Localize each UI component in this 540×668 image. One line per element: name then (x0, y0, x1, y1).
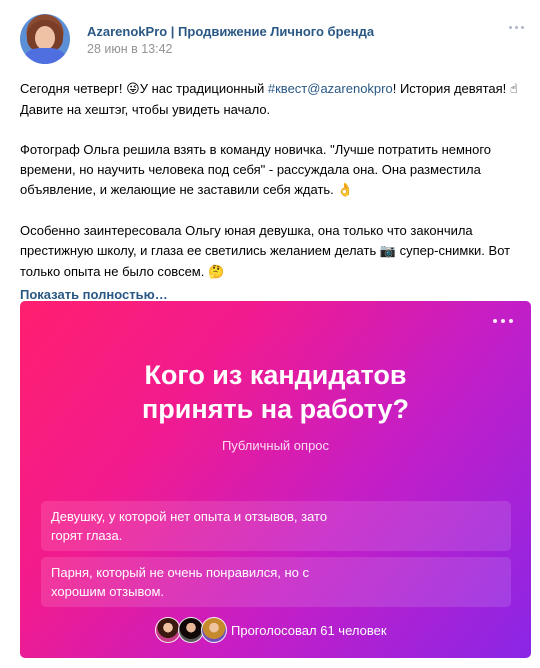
poll-subtitle: Публичный опрос (221, 438, 330, 453)
poll-option-label: Парня, который не очень понравился, но с… (51, 565, 309, 599)
poll-option-label: Девушку, у которой нет опыта и отзывов, … (51, 509, 328, 543)
ok-hand-icon: 👌 (337, 183, 354, 198)
more-horizontal-icon[interactable] (491, 315, 515, 325)
text-fragment: Фотограф Ольга решила взять в команду но… (20, 142, 492, 197)
votes-count[interactable]: Проголосовал 61 человек (231, 623, 387, 638)
winking-face-icon: 😜 (126, 82, 140, 97)
poll-option[interactable]: Девушку, у которой нет опыта и отзывов, … (41, 501, 511, 551)
post-header: AzarenokPro | Продвижение Личного бренда… (20, 14, 530, 64)
camera-icon: 📷 (379, 244, 397, 259)
post-paragraph: Особенно заинтересовала Ольгу юная девуш… (20, 221, 530, 305)
pointing-up-icon: ☝ (509, 82, 518, 97)
poll-title: Кого из кандидатов принять на работу? (20, 358, 531, 426)
wall-post: AzarenokPro | Продвижение Личного бренда… (0, 0, 540, 668)
poll-option[interactable]: Парня, который не очень понравился, но с… (41, 557, 511, 607)
post-date[interactable]: 28 июн в 13:42 (87, 42, 173, 56)
author-name-link[interactable]: AzarenokPro | Продвижение Личного бренда (87, 24, 374, 39)
text-fragment: Давите на хештэг, чтобы увидеть начало. (20, 102, 271, 117)
post-paragraph: Фотограф Ольга решила взять в команду но… (20, 140, 530, 201)
avatar[interactable] (201, 617, 227, 643)
thinking-face-icon: 🤔 (207, 265, 225, 280)
post-paragraph: Сегодня четверг! 😜У нас традиционный #кв… (20, 79, 530, 120)
text-fragment: Сегодня четверг! (20, 81, 127, 96)
hashtag-link[interactable]: #квест@azarenokpro (268, 81, 393, 96)
author-avatar[interactable] (20, 14, 70, 64)
post-text: Сегодня четверг! 😜У нас традиционный #кв… (20, 79, 530, 305)
text-fragment: ! История девятая! (392, 81, 510, 96)
more-horizontal-icon[interactable] (506, 18, 526, 34)
poll-card: Кого из кандидатов принять на работу? Пу… (20, 301, 531, 658)
poll-title-text: Кого из кандидатов принять на работу? (141, 360, 410, 424)
text-fragment: У нас традиционный (139, 81, 268, 96)
